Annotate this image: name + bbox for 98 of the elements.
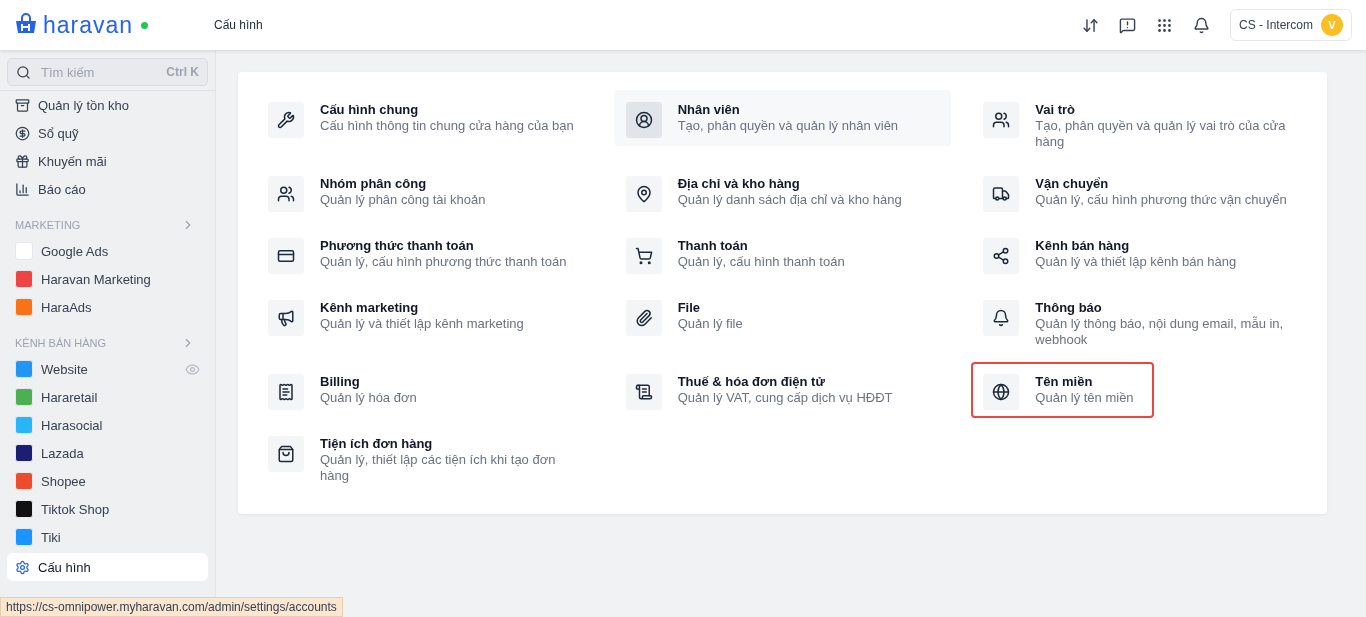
item-description: Tạo, phân quyền và quản lý vai trò của cửa hàng (1035, 118, 1287, 150)
avatar: V (1321, 14, 1343, 36)
switch-icon[interactable] (1082, 16, 1099, 34)
truck-icon (992, 185, 1011, 203)
search-input[interactable]: Tìm kiếm (39, 63, 159, 81)
account-button[interactable]: CS - Intercom V (1230, 9, 1352, 41)
settings-item[interactable]: Thanh toán Quản lý, cấu hình thanh toán (613, 226, 952, 282)
item-title: Thanh toán (677, 238, 749, 254)
item-title: Thuế & hóa đơn điện tử (677, 374, 826, 390)
item-title: Thông báo (1035, 300, 1103, 316)
shortcut-hint: Ctrl K (166, 65, 199, 79)
item-title: Vai trò (1035, 102, 1077, 118)
item-description: Quản lý thông báo, nội dung email, mẫu in, webhook (1035, 316, 1285, 348)
section-title: KÊNH BÁN HÀNG (15, 337, 107, 349)
cart-icon (634, 247, 653, 265)
bell-icon (992, 309, 1011, 327)
dollar-icon (15, 125, 30, 141)
item-description: Quản lý file (677, 316, 743, 332)
sidebar-item[interactable]: Tiki (0, 523, 215, 551)
sidebar-item[interactable]: Harasocial (0, 411, 215, 439)
item-description: Quản lý, thiết lập các tiện ích khi tạo đơn hàng (320, 452, 557, 484)
settings-item[interactable]: Cấu hình chung Cấu hình thông tin chung cửa hàng của bạn (256, 90, 594, 146)
apps-icon[interactable] (1156, 16, 1173, 34)
settings-item[interactable]: Kênh marketing Quản lý và thiết lập kênh marketing (256, 288, 594, 344)
receipt-icon (277, 383, 295, 401)
settings-item[interactable]: Nhân viên Tạo, phân quyền và quản lý nhân viên (613, 90, 952, 146)
gift-icon (15, 153, 30, 169)
paperclip-icon (634, 309, 653, 327)
sidebar-item[interactable]: Khuyến mãi (0, 147, 215, 175)
settings-item[interactable]: Phương thức thanh toán Quản lý, cấu hình phương thức thanh toán (256, 226, 594, 282)
item-description: Quản lý VAT, cung cấp dịch vụ HĐĐT (677, 390, 893, 406)
item-description: Cấu hình thông tin chung cửa hàng của bạn (320, 118, 574, 134)
chart-icon (15, 181, 30, 197)
share-icon (992, 247, 1011, 265)
map-pin-icon (634, 185, 653, 203)
sidebar-item[interactable]: Báo cáo (0, 175, 215, 203)
sidebar-item[interactable]: Shopee (0, 467, 215, 495)
page-title: Cấu hình (214, 18, 263, 32)
item-title: Vận chuyển (1035, 176, 1110, 192)
settings-item[interactable]: Tên miền Quản lý tên miền (971, 362, 1154, 418)
item-description: Quản lý và thiết lập kênh bán hàng (1035, 254, 1237, 270)
search-icon (16, 64, 31, 80)
item-description: Quản lý, cấu hình thanh toán (677, 254, 845, 270)
url-tooltip: https://cs-omnipower.myharavan.com/admin/settings/accounts (0, 597, 343, 617)
item-title: Billing (320, 374, 361, 390)
settings-item[interactable]: Thuế & hóa đơn điện tử Quản lý VAT, cung cấp dịch vụ HĐĐT (613, 362, 952, 418)
settings-item[interactable]: Kênh bán hàng Quản lý và thiết lập kênh bán hàng (971, 226, 1309, 282)
item-description: Quản lý và thiết lập kênh marketing (320, 316, 524, 332)
item-description: Quản lý danh sách địa chỉ và kho hàng (677, 192, 902, 208)
bag-icon (277, 445, 295, 463)
item-title: Cấu hình chung (320, 102, 420, 118)
settings-item[interactable]: Tiện ích đơn hàng Quản lý, thiết lập các tiện ích khi tạo đơn hàng (256, 424, 594, 492)
item-description: Quản lý, cấu hình phương thức vận chuyển (1035, 192, 1287, 208)
item-title: Nhân viên (677, 102, 741, 118)
settings-item[interactable]: Vai trò Tạo, phân quyền và quản lý vai trò của cửa hàng (971, 90, 1309, 158)
item-title: Nhóm phân công (320, 176, 428, 192)
brand-name: haravan (43, 11, 134, 39)
settings-icon (15, 559, 30, 575)
cards-icon (277, 247, 295, 265)
item-title: Kênh bán hàng (1035, 238, 1131, 254)
settings-item[interactable]: Nhóm phân công Quản lý phân công tài khoản (256, 164, 594, 220)
settings-item[interactable]: Billing Quản lý hóa đơn (256, 362, 594, 418)
wrench-icon (277, 111, 295, 129)
document-icon (634, 383, 653, 401)
settings-item[interactable]: Địa chỉ và kho hàng Quản lý danh sách địa chỉ và kho hàng (613, 164, 952, 220)
sidebar-item[interactable]: Tiktok Shop (0, 495, 215, 523)
section-title: MARKETING (15, 219, 81, 231)
sidebar-item[interactable]: Website (0, 355, 215, 383)
bell-icon[interactable] (1193, 16, 1210, 34)
sidebar-item[interactable]: Hararetail (0, 383, 215, 411)
sidebar-item[interactable]: Google Ads (0, 237, 215, 265)
user-circle-icon (634, 111, 653, 129)
sidebar-item[interactable]: Quản lý tồn kho (0, 91, 215, 119)
item-title: Tên miền (1035, 374, 1094, 390)
megaphone-icon (277, 309, 295, 327)
sidebar-item[interactable]: HaraAds (0, 293, 215, 321)
item-description: Quản lý phân công tài khoản (320, 192, 486, 208)
settings-item[interactable]: File Quản lý file (613, 288, 952, 344)
sidebar-item[interactable]: Haravan Marketing (0, 265, 215, 293)
sidebar-item[interactable]: Sổ quỹ (0, 119, 215, 147)
users-icon (992, 111, 1011, 129)
item-description: Quản lý tên miền (1035, 390, 1134, 406)
item-description: Tạo, phân quyền và quản lý nhân viên (677, 118, 899, 134)
item-title: File (677, 300, 702, 316)
item-description: Quản lý, cấu hình phương thức thanh toán (320, 254, 567, 270)
globe-icon (992, 383, 1011, 401)
sidebar-item[interactable]: Cấu hình (7, 553, 208, 581)
archive-icon (15, 97, 30, 113)
item-title: Tiện ích đơn hàng (320, 436, 434, 452)
item-title: Địa chỉ và kho hàng (677, 176, 801, 192)
item-title: Kênh marketing (320, 300, 420, 316)
users-icon (277, 185, 295, 203)
feedback-icon[interactable] (1119, 16, 1136, 34)
sidebar-item[interactable]: Lazada (0, 439, 215, 467)
settings-item[interactable]: Thông báo Quản lý thông báo, nội dung email, mẫu in, webhook (971, 288, 1309, 356)
item-title: Phương thức thanh toán (320, 238, 475, 254)
item-description: Quản lý hóa đơn (320, 390, 417, 406)
settings-item[interactable]: Vận chuyển Quản lý, cấu hình phương thức vận chuyển (971, 164, 1309, 220)
